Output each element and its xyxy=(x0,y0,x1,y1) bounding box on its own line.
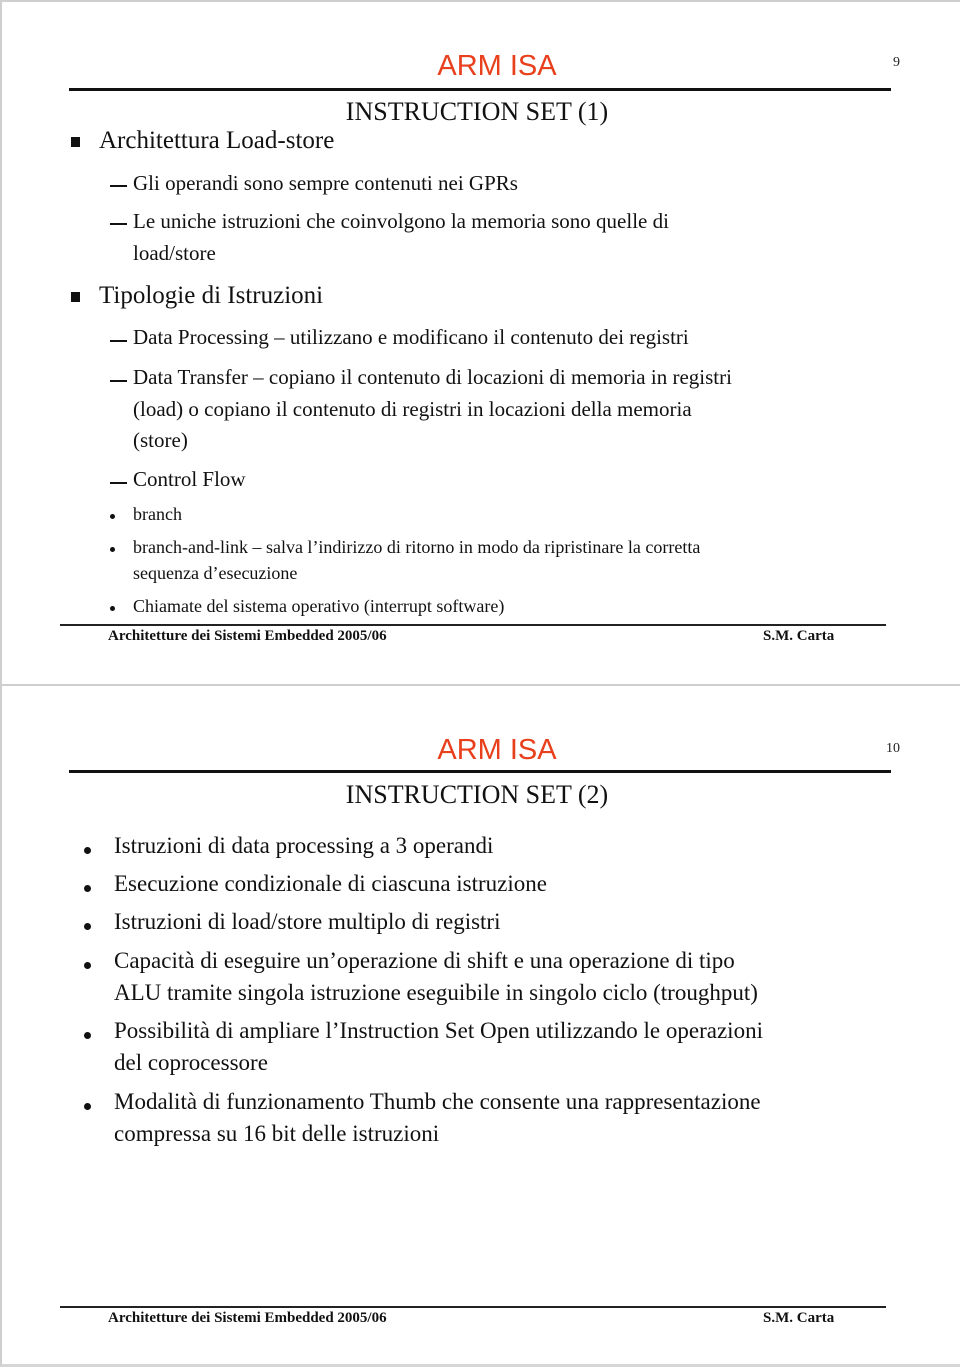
slide-subtitle: INSTRUCTION SET (2) xyxy=(345,780,609,809)
dot-bullet-icon xyxy=(84,847,91,854)
dot-bullet-icon xyxy=(110,606,115,611)
header-rule xyxy=(69,770,891,773)
footer-rule xyxy=(60,1306,886,1308)
footer-course: Architetture dei Sistemi Embedded 2005/0… xyxy=(108,1310,387,1326)
list-item: Le uniche istruzioni che coinvolgono la … xyxy=(133,209,669,233)
list-item: Data Transfer – copiano il contenuto di … xyxy=(133,365,732,389)
dot-bullet-icon xyxy=(84,923,91,930)
dot-bullet-icon xyxy=(84,885,91,892)
dot-bullet-icon xyxy=(84,1032,91,1039)
list-item: Modalità di funzionamento Thumb che cons… xyxy=(114,1089,761,1114)
list-item-continuation: (store) xyxy=(133,428,188,452)
square-bullet-icon xyxy=(71,292,80,302)
list-item-continuation: (load) o copiano il contenuto di registr… xyxy=(133,397,692,421)
list-item: Control Flow xyxy=(133,467,246,491)
list-item-continuation: compressa su 16 bit delle istruzioni xyxy=(114,1121,440,1146)
list-item-continuation: ALU tramite singola istruzione eseguibil… xyxy=(114,980,758,1005)
dash-bullet-icon xyxy=(110,185,127,187)
square-bullet-icon xyxy=(71,137,80,147)
section-heading: Architettura Load-store xyxy=(99,127,335,154)
list-item: Istruzioni di data processing a 3 operan… xyxy=(114,833,494,858)
dash-bullet-icon xyxy=(110,223,127,225)
dash-bullet-icon xyxy=(110,380,127,382)
list-item-continuation: del coprocessore xyxy=(114,1050,268,1075)
list-item: Data Processing – utilizzano e modifican… xyxy=(133,325,689,349)
list-item: Esecuzione condizionale di ciascuna istr… xyxy=(114,871,547,896)
header-rule xyxy=(69,88,891,91)
dot-bullet-icon xyxy=(110,514,115,519)
list-item: Possibilità di ampliare l’Instruction Se… xyxy=(114,1018,763,1043)
slide-subtitle: INSTRUCTION SET (1) xyxy=(345,97,609,126)
list-item: Gli operandi sono sempre contenuti nei G… xyxy=(133,171,518,195)
dot-bullet-icon xyxy=(84,962,91,969)
footer-rule xyxy=(60,624,886,626)
dot-bullet-icon xyxy=(110,547,115,552)
slide-page-9: ARM ISA 9 INSTRUCTION SET (1) Architettu… xyxy=(0,0,960,685)
sub-list-item: Chiamate del sistema operativo (interrup… xyxy=(133,596,505,616)
dash-bullet-icon xyxy=(110,340,127,342)
page-number: 10 xyxy=(886,741,900,756)
sub-list-item: branch xyxy=(133,504,182,524)
sub-list-item: branch-and-link – salva l’indirizzo di r… xyxy=(133,537,701,557)
footer-author: S.M. Carta xyxy=(763,628,835,644)
page-number: 9 xyxy=(893,55,900,70)
list-item: Capacità di eseguire un’operazione di sh… xyxy=(114,948,735,973)
footer-author: S.M. Carta xyxy=(763,1310,835,1326)
slide-page-10: ARM ISA 10 INSTRUCTION SET (2) Istruzion… xyxy=(0,684,960,1367)
sub-list-item-continuation: sequenza d’esecuzione xyxy=(133,563,298,583)
slide-title: ARM ISA xyxy=(437,734,557,766)
list-item-continuation: load/store xyxy=(133,241,216,265)
dash-bullet-icon xyxy=(110,482,127,484)
list-item: Istruzioni di load/store multiplo di reg… xyxy=(114,909,501,934)
dot-bullet-icon xyxy=(84,1103,91,1110)
footer-course: Architetture dei Sistemi Embedded 2005/0… xyxy=(108,628,387,644)
section-heading: Tipologie di Istruzioni xyxy=(99,282,324,309)
slide-title: ARM ISA xyxy=(437,50,557,82)
